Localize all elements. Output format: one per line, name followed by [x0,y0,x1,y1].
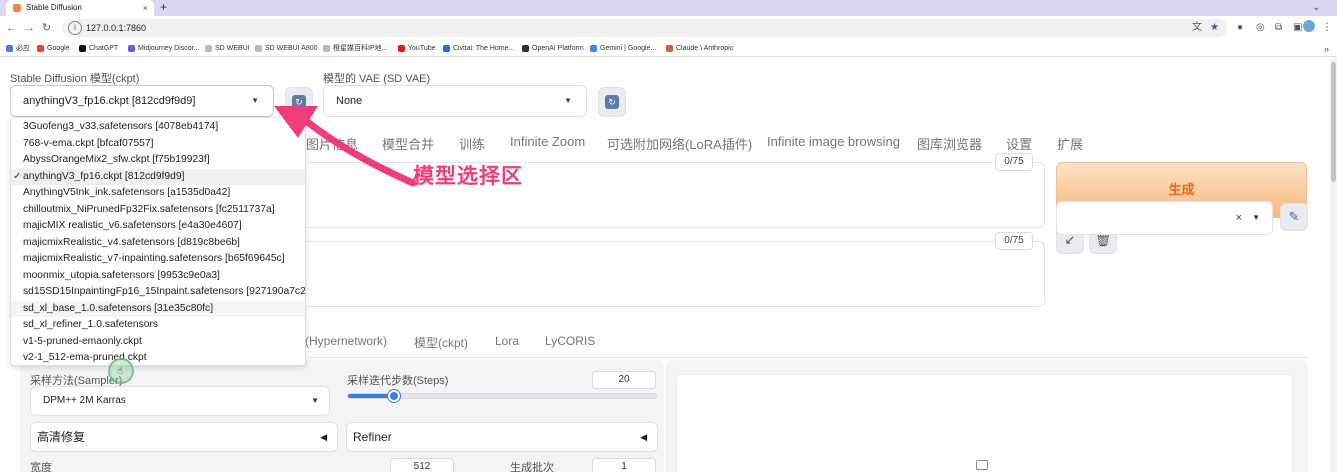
bookmark-item[interactable]: 橙星媒百科IP地... [323,40,387,57]
browser-tab[interactable]: Stable Diffusion × [6,0,154,16]
scrollbar-thumb[interactable] [1331,62,1336,182]
bookmark-item[interactable]: Civitai: The Home... [443,40,514,57]
bookmark-item[interactable]: Claude \ Anthropic [666,40,733,57]
tab-favicon-icon [13,4,21,12]
forward-icon[interactable]: → [24,20,35,36]
bookmark-item[interactable]: Google [37,40,70,57]
url-text: 127.0.0.1:7860 [86,23,147,33]
bookmark-item[interactable]: 必应 [6,40,30,57]
tab-search-icon[interactable]: ⌄ [1312,0,1320,15]
reload-icon[interactable]: ↻ [42,20,51,36]
webui-page: Stable Diffusion 模型(ckpt) anythingV3_fp1… [0,58,1330,472]
bookmark-item[interactable]: SD WEBUI A800 [255,40,318,57]
annotation-label: 模型选择区 [413,165,523,188]
browser-toolbar: ← → ↻ i 127.0.0.1:7860 文 ★ ● ◎ ⧉ ▣ ⋮ [0,16,1337,40]
tab-close-icon[interactable]: × [143,0,148,16]
profile-avatar-icon[interactable] [1303,20,1315,32]
site-info-icon[interactable]: i [68,21,82,35]
extension-ring-icon[interactable]: ◎ [1256,20,1265,36]
page-scrollbar[interactable] [1330,58,1337,472]
extensions-puzzle-icon[interactable]: ⧉ [1275,20,1282,36]
pointer-hand-icon: ☝ [117,366,124,377]
bookmark-item[interactable]: ChatGPT [79,40,118,57]
tab-title: Stable Diffusion [26,3,82,12]
bookmark-star-icon[interactable]: ★ [1210,20,1219,36]
new-tab-button[interactable]: + [160,0,167,15]
bookmark-item[interactable]: SD WEBUI [205,40,250,57]
bookmark-item[interactable]: OpenAI Platform [522,40,584,57]
bookmarks-bar: 必应 Google ChatGPT Midjourney Discor... S… [0,40,1337,57]
extension-circle-icon[interactable]: ● [1237,20,1243,36]
address-bar[interactable]: i 127.0.0.1:7860 文 ★ [62,19,1227,37]
browser-titlebar: Stable Diffusion × + ⌄ [0,0,1337,16]
bookmark-item[interactable]: YouTube [398,40,436,57]
bookmark-item[interactable]: Midjourney Discor... [128,40,199,57]
menu-kebab-icon[interactable]: ⋮ [1322,20,1332,36]
bookmark-item[interactable]: Gemini | Google... [590,40,656,57]
annotation-arrow-shaft [296,112,417,187]
translate-icon[interactable]: 文 [1192,20,1202,36]
sidepanel-icon[interactable]: ▣ [1293,20,1302,36]
back-icon[interactable]: ← [6,20,17,36]
more-bookmarks-icon[interactable]: » [1324,41,1329,57]
annotation-arrow [274,106,417,187]
